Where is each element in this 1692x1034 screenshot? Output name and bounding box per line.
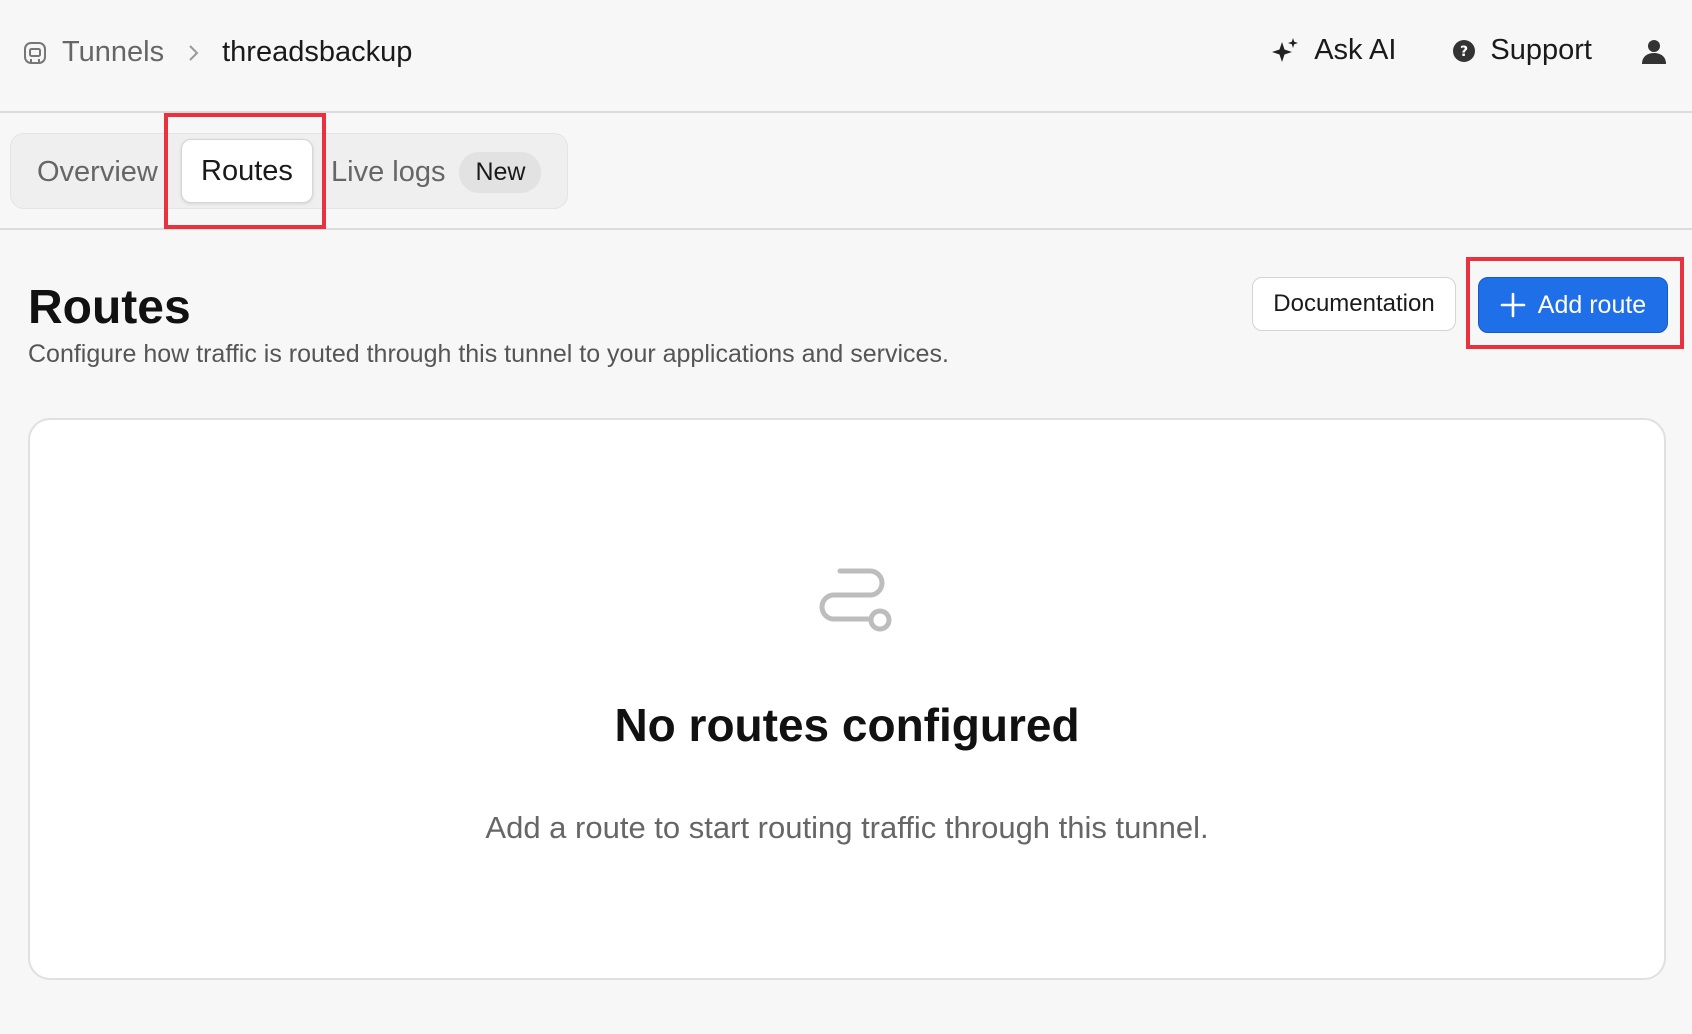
- add-route-label: Add route: [1537, 290, 1647, 319]
- empty-state-title: No routes configured: [614, 699, 1080, 751]
- tab-bar: Overview Routes Live logs New: [0, 113, 1692, 230]
- breadcrumb-tunnels-link[interactable]: Tunnels: [62, 36, 164, 69]
- help-circle-icon: ?: [1452, 39, 1476, 63]
- breadcrumb: Tunnels threadsbackup: [22, 36, 412, 69]
- empty-state-card: No routes configured Add a route to star…: [28, 418, 1666, 980]
- new-badge: New: [459, 151, 542, 193]
- svg-text:?: ?: [1460, 44, 1468, 60]
- tunnel-icon: [22, 40, 48, 66]
- support-label: Support: [1490, 34, 1592, 66]
- page-title: Routes: [28, 281, 191, 334]
- route-icon: [810, 563, 894, 639]
- ask-ai-button[interactable]: Ask AI: [1270, 34, 1396, 67]
- top-actions: Ask AI ? Support: [1270, 34, 1668, 67]
- user-icon[interactable]: [1640, 37, 1668, 65]
- tab-live-logs[interactable]: Live logs New: [331, 142, 542, 202]
- empty-state-message: Add a route to start routing traffic thr…: [485, 810, 1209, 845]
- support-button[interactable]: ? Support: [1452, 34, 1592, 67]
- chevron-right-icon: [186, 43, 200, 63]
- tab-overview[interactable]: Overview: [37, 142, 158, 202]
- breadcrumb-current: threadsbackup: [222, 36, 413, 68]
- tabs: Overview Routes Live logs New: [10, 133, 568, 209]
- plus-icon: [1500, 292, 1526, 318]
- add-route-button[interactable]: Add route: [1478, 277, 1668, 333]
- ask-ai-label: Ask AI: [1314, 34, 1397, 66]
- tab-routes[interactable]: Routes: [181, 139, 313, 203]
- documentation-button[interactable]: Documentation: [1252, 277, 1456, 331]
- sparkle-icon: [1270, 36, 1300, 66]
- tab-live-logs-label: Live logs: [331, 155, 446, 188]
- page-subtitle: Configure how traffic is routed through …: [28, 340, 949, 368]
- top-bar: Tunnels threadsbackup Ask AI ? Support: [0, 0, 1692, 113]
